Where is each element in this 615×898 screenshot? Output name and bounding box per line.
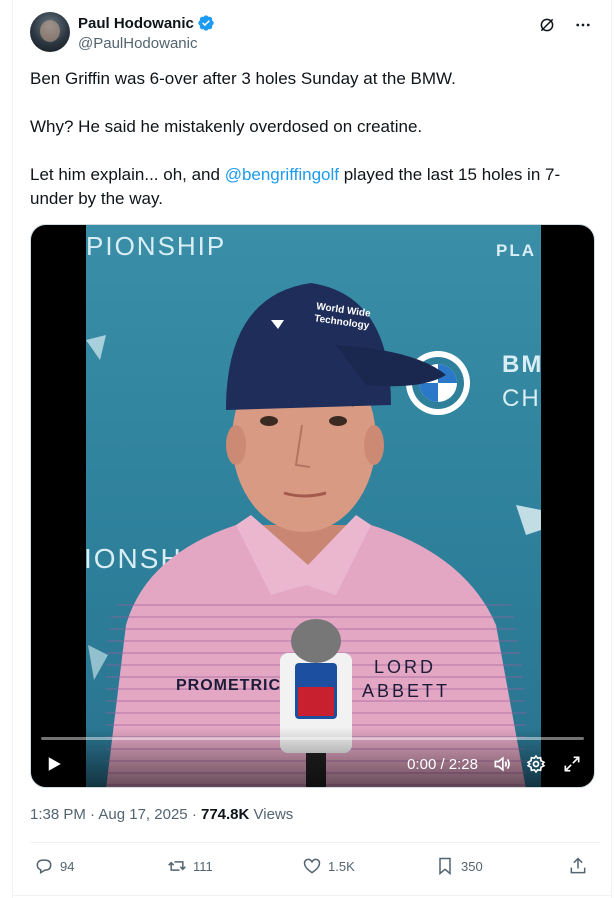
bookmark-count: 350 (461, 858, 483, 874)
post-date[interactable]: Aug 17, 2025 (98, 806, 187, 823)
tweet-line-3: Let him explain... oh, and @bengriffingo… (30, 163, 590, 211)
grok-icon[interactable] (538, 16, 556, 34)
repost-button[interactable]: 111 (167, 856, 213, 876)
meta-separator: · (90, 806, 96, 823)
meta-separator: · (191, 806, 197, 823)
tweet-text: Ben Griffin was 6-over after 3 holes Sun… (30, 67, 590, 235)
bookmark-button[interactable]: 350 (435, 856, 483, 876)
reply-button[interactable]: 94 (34, 856, 74, 876)
tweet-meta: 1:38 PM · Aug 17, 2025 · 774.8K Views (30, 806, 293, 823)
views-label: Views (253, 806, 294, 823)
bookmark-icon (439, 857, 451, 876)
share-icon (570, 857, 586, 874)
shirt-sponsor-text: ABBETT (362, 681, 451, 701)
more-icon[interactable] (574, 16, 592, 34)
post-time[interactable]: 1:38 PM (30, 806, 86, 823)
settings-icon[interactable] (526, 754, 546, 774)
tweet-line-3-text: Let him explain... oh, and (30, 165, 225, 184)
action-bar: 94 111 1.5K 350 (30, 856, 595, 882)
play-icon[interactable] (45, 755, 63, 773)
video-player[interactable]: PIONSHIP IONSH PLA BM CH World Wide Tech… (30, 224, 595, 788)
video-controls: 0:00 / 2:28 (31, 727, 594, 787)
tweet-header: Paul Hodowanic @PaulHodowanic (30, 12, 600, 56)
mention-link[interactable]: @bengriffingolf (225, 165, 339, 184)
like-count: 1.5K (328, 858, 355, 874)
video-frame: PIONSHIP IONSH PLA BM CH World Wide Tech… (86, 225, 541, 787)
video-scene-art (86, 283, 541, 787)
author-name[interactable]: Paul Hodowanic (78, 15, 194, 32)
verified-badge-icon (198, 15, 214, 31)
like-button[interactable]: 1.5K (302, 856, 355, 876)
author-block[interactable]: Paul Hodowanic @PaulHodowanic (78, 14, 215, 52)
divider (12, 895, 612, 896)
views-count: 774.8K (200, 806, 250, 823)
author-handle[interactable]: @PaulHodowanic (78, 35, 215, 52)
avatar[interactable] (30, 12, 70, 52)
repost-count: 111 (193, 858, 213, 874)
shirt-sponsor-text: LORD (374, 657, 437, 677)
tweet-line-2: Why? He said he mistakenly overdosed on … (30, 117, 423, 136)
video-time: 0:00 / 2:28 (407, 756, 478, 773)
volume-icon[interactable] (492, 754, 512, 774)
heart-icon (303, 858, 321, 874)
reply-count: 94 (60, 858, 75, 874)
share-button[interactable] (568, 856, 588, 876)
divider (30, 842, 600, 843)
shirt-sponsor-text: PROMETRIC (176, 677, 281, 694)
repost-icon (168, 861, 186, 871)
tweet-line-1: Ben Griffin was 6-over after 3 holes Sun… (30, 69, 456, 88)
video-progress-bar[interactable] (41, 737, 584, 740)
reply-icon (36, 859, 52, 874)
fullscreen-icon[interactable] (562, 754, 582, 774)
